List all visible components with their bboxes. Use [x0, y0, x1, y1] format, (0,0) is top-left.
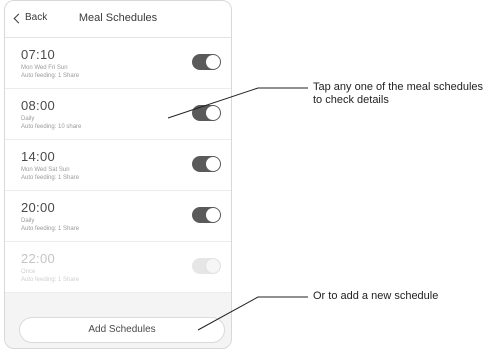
leader-line-add — [197, 296, 308, 331]
annotation-add-new: Or to add a new schedule — [313, 290, 439, 302]
annotation-details: Tap any one of the meal schedules to che… — [313, 81, 484, 106]
screenshot-canvas: Back Meal Schedules 07:10 Mon Wed Fri Su… — [0, 0, 488, 351]
leader-line-details — [167, 87, 308, 119]
